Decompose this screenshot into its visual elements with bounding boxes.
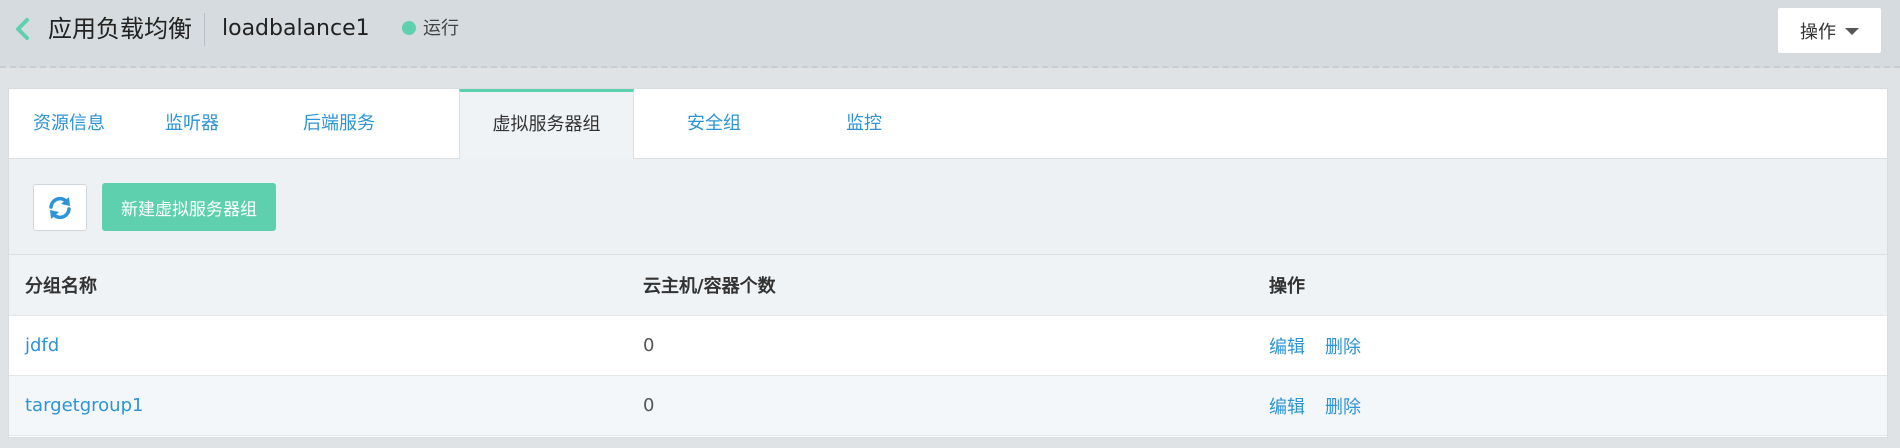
tab-security-groups[interactable]: 安全组 — [654, 89, 774, 159]
operations-dropdown[interactable]: 操作 — [1778, 8, 1881, 53]
status-indicator: 运行 — [402, 16, 459, 42]
row-actions: 编辑 删除 — [1269, 316, 1381, 375]
tab-listeners[interactable]: 监听器 — [142, 89, 242, 159]
group-name-link[interactable]: targetgroup1 — [25, 376, 143, 435]
column-header-group-name: 分组名称 — [25, 276, 97, 297]
delete-link[interactable]: 删除 — [1325, 333, 1361, 359]
table-header-row: 分组名称 云主机/容器个数 操作 — [9, 255, 1887, 316]
status-dot-icon — [402, 21, 416, 35]
operations-label: 操作 — [1800, 21, 1836, 43]
edit-link[interactable]: 编辑 — [1269, 393, 1305, 419]
refresh-button[interactable] — [33, 184, 87, 231]
table-row: jdfd 0 编辑 删除 — [9, 316, 1887, 376]
refresh-icon — [49, 196, 71, 219]
content-panel: 资源信息 监听器 后端服务 虚拟服务器组 安全组 监控 新建虚拟服务器组 分组名… — [8, 88, 1888, 438]
tab-monitoring[interactable]: 监控 — [804, 89, 924, 159]
row-actions: 编辑 删除 — [1269, 376, 1381, 435]
edit-link[interactable]: 编辑 — [1269, 333, 1305, 359]
group-name-link[interactable]: jdfd — [25, 316, 59, 375]
chevron-left-icon — [16, 18, 29, 40]
load-balancer-name: loadbalance1 — [222, 16, 370, 41]
status-text: 运行 — [423, 18, 459, 39]
table-row: targetgroup1 0 编辑 删除 — [9, 376, 1887, 436]
back-button[interactable] — [12, 14, 32, 44]
page-header: 应用负载均衡 loadbalance1 运行 操作 — [0, 0, 1900, 68]
caret-down-icon — [1845, 28, 1859, 35]
delete-link[interactable]: 删除 — [1325, 393, 1361, 419]
tab-backend-services[interactable]: 后端服务 — [274, 89, 404, 159]
instance-count: 0 — [643, 395, 655, 416]
column-header-actions: 操作 — [1269, 276, 1305, 297]
tab-virtual-server-groups[interactable]: 虚拟服务器组 — [459, 89, 634, 160]
tab-bar: 资源信息 监听器 后端服务 虚拟服务器组 安全组 监控 — [9, 89, 1887, 160]
server-group-table: 分组名称 云主机/容器个数 操作 jdfd 0 编辑 删除 targetgrou… — [9, 255, 1887, 436]
page-title: 应用负载均衡 — [48, 15, 192, 43]
header-divider — [204, 13, 205, 46]
instance-count: 0 — [643, 335, 655, 356]
toolbar: 新建虚拟服务器组 — [9, 159, 1887, 255]
column-header-instance-count: 云主机/容器个数 — [643, 276, 776, 297]
create-virtual-server-group-button[interactable]: 新建虚拟服务器组 — [102, 183, 276, 231]
tab-resource-info[interactable]: 资源信息 — [9, 89, 129, 159]
